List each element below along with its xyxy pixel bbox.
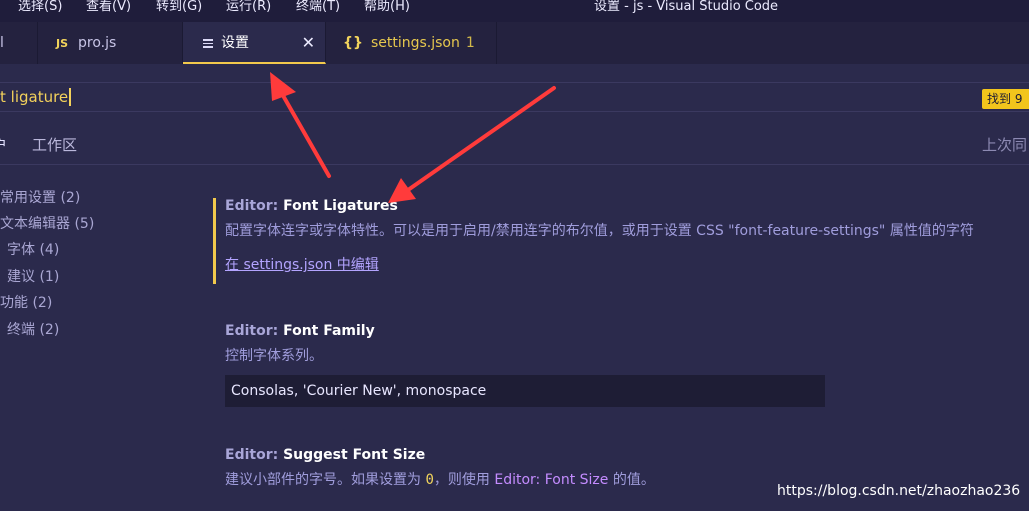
annotation-arrows xyxy=(270,72,556,203)
arrow-to-font-ligatures xyxy=(388,86,556,203)
watermark: https://blog.csdn.net/zhaozhao236 xyxy=(777,483,1021,499)
arrow-to-settings-tab xyxy=(270,72,331,178)
